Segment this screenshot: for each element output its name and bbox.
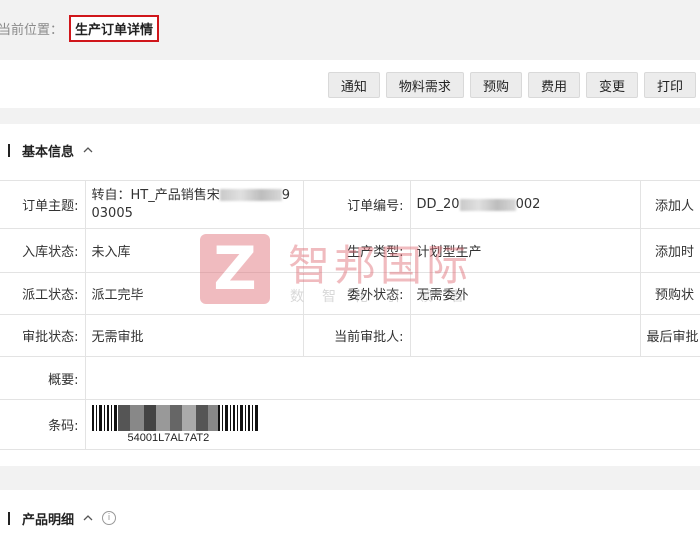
order-subject-text: 转自：HT_产品销售宋 xyxy=(91,187,220,203)
table-row: 条码: 54001L7AL7AT2 xyxy=(0,399,700,450)
order-no-value: DD_20 002 xyxy=(409,180,641,229)
order-no-label: 订单编号: xyxy=(302,180,411,229)
toolbar-buttons: 通知 物料需求 预购 费用 变更 打印 xyxy=(327,72,696,98)
material-demand-button[interactable]: 物料需求 xyxy=(385,72,464,98)
table-row: 派工状态: 派工完毕 委外状态: 无需委外 预购状 xyxy=(0,272,700,315)
production-type-value: 计划型生产 xyxy=(409,228,641,273)
change-button[interactable]: 变更 xyxy=(585,72,638,98)
production-type-label: 生产类型: xyxy=(302,228,411,273)
product-header[interactable]: 产品明细 i xyxy=(8,508,117,528)
order-subject-label: 订单主题: xyxy=(0,180,86,229)
breadcrumb: 当前位置： 生产订单详情 xyxy=(0,14,160,42)
order-subject-line2: 03005 xyxy=(91,205,133,221)
table-row: 入库状态: 未入库 生产类型: 计划型生产 添加时 xyxy=(0,228,700,273)
adder-label: 添加人 xyxy=(639,180,700,229)
current-approver-label: 当前审批人: xyxy=(302,314,411,357)
pre-purchase-button[interactable]: 预购 xyxy=(469,72,522,98)
notify-button[interactable]: 通知 xyxy=(327,72,380,98)
add-time-label: 添加时 xyxy=(639,228,700,273)
summary-label: 概要: xyxy=(0,356,86,400)
section-bar xyxy=(8,511,10,525)
last-approval-label: 最后审批 xyxy=(639,314,700,357)
approval-status-value: 无需审批 xyxy=(84,314,304,357)
table-row: 订单主题: 转自：HT_产品销售宋 9 03005 订单编号: DD_20 002 … xyxy=(0,180,700,229)
barcode-text: 54001L7AL7AT2 xyxy=(127,432,210,444)
dispatch-status-value: 派工完毕 xyxy=(84,272,304,315)
stock-status-label: 入库状态: xyxy=(0,228,86,273)
outsource-status-label: 委外状态: xyxy=(302,272,411,315)
redacted-block xyxy=(219,189,282,201)
table-row: 概要: xyxy=(0,356,700,400)
summary-value xyxy=(84,356,700,400)
product-section: 产品明细 i xyxy=(0,490,700,537)
cost-button[interactable]: 费用 xyxy=(527,72,580,98)
basic-info-title: 基本信息 xyxy=(22,144,75,160)
order-no-prefix: DD_20 xyxy=(416,197,460,212)
breadcrumb-label: 当前位置： xyxy=(0,22,64,38)
breadcrumb-current: 生产订单详情 xyxy=(69,14,160,42)
chevron-up-icon[interactable] xyxy=(82,144,94,156)
outsource-status-value: 无需委外 xyxy=(409,272,641,315)
print-button[interactable]: 打印 xyxy=(643,72,696,98)
barcode: 54001L7AL7AT2 xyxy=(91,405,695,444)
order-no-suffix: 002 xyxy=(515,197,541,212)
basic-info-section: 基本信息 订单主题: 转自：HT_产品销售宋 9 03005 订单编号: DD_… xyxy=(0,124,700,466)
section-bar xyxy=(8,143,10,157)
barcode-label: 条码: xyxy=(0,399,86,450)
current-approver-value xyxy=(409,314,641,357)
order-subject-tail: 9 xyxy=(281,187,290,203)
prepurchase-status-label: 预购状 xyxy=(639,272,700,315)
dispatch-status-label: 派工状态: xyxy=(0,272,86,315)
table-row: 审批状态: 无需审批 当前审批人: 最后审批 xyxy=(0,314,700,357)
approval-status-label: 审批状态: xyxy=(0,314,86,357)
toolbar: 通知 物料需求 预购 费用 变更 打印 xyxy=(0,60,700,108)
barcode-image xyxy=(91,405,258,431)
order-subject-value: 转自：HT_产品销售宋 9 03005 xyxy=(84,180,304,229)
product-title: 产品明细 xyxy=(22,512,75,528)
chevron-up-icon[interactable] xyxy=(82,512,94,524)
info-icon[interactable]: i xyxy=(102,511,117,525)
stock-status-value: 未入库 xyxy=(84,228,304,273)
barcode-cell: 54001L7AL7AT2 xyxy=(84,399,700,450)
redacted-block xyxy=(459,198,516,211)
basic-info-table: 订单主题: 转自：HT_产品销售宋 9 03005 订单编号: DD_20 002 … xyxy=(0,180,700,450)
basic-info-header[interactable]: 基本信息 xyxy=(8,140,94,160)
page: 当前位置： 生产订单详情 通知 物料需求 预购 费用 变更 打印 基本信息 订单… xyxy=(0,0,700,537)
